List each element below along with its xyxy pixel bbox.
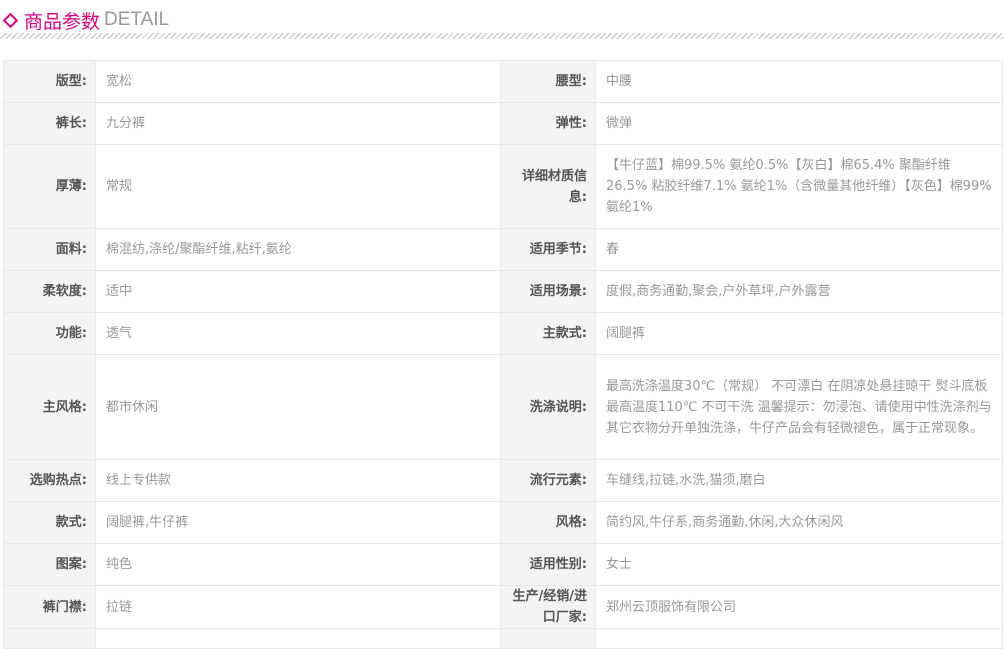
table-row: 裤门襟: 拉链 生产/经销/进口厂家: 郑州云顶服饰有限公司 <box>3 585 1003 629</box>
param-label: 柔软度: <box>3 270 96 313</box>
param-value: 纯色 <box>95 543 501 586</box>
param-label: 功能: <box>3 312 96 355</box>
param-label: 主款式: <box>500 312 596 355</box>
param-value: 【牛仔蓝】棉99.5% 氨纶0.5%【灰白】棉65.4% 聚酯纤维26.5% 粘… <box>595 144 1003 229</box>
table-row: 厚薄: 常规 详细材质信息: 【牛仔蓝】棉99.5% 氨纶0.5%【灰白】棉65.4%… <box>3 144 1003 229</box>
params-table: 版型: 宽松 腰型: 中腰 裤长: 九分裤 弹性: 微弹 厚薄: 常规 详细材质信息: 【牛仔蓝】棉9… <box>3 60 1003 649</box>
param-label: 生产/经销/进口厂家: <box>500 585 596 629</box>
param-value: 都市休闲 <box>95 354 501 460</box>
param-value: 女士 <box>595 543 1003 586</box>
table-row: 柔软度: 适中 适用场景: 度假,商务通勤,聚会,户外草坪,户外露营 <box>3 270 1003 313</box>
table-row: 选购热点: 线上专供款 流行元素: 车缝线,拉链,水洗,猫须,磨白 <box>3 459 1003 502</box>
param-label: 裤长: <box>3 102 96 145</box>
table-row: 图案: 纯色 适用性别: 女士 <box>3 543 1003 586</box>
param-label: 裤门襟: <box>3 585 96 629</box>
param-value: 拉链 <box>95 585 501 629</box>
table-row: 功能: 透气 主款式: 阔腿裤 <box>3 312 1003 355</box>
table-row: 版型: 宽松 腰型: 中腰 <box>3 60 1003 103</box>
param-label: 选购热点: <box>3 459 96 502</box>
param-value: 春 <box>595 228 1003 271</box>
table-row: 主风格: 都市休闲 洗涤说明: 最高洗涤温度30℃（常规） 不可漂白 在阴凉处悬挂晾干… <box>3 354 1003 460</box>
param-value: 九分裤 <box>95 102 501 145</box>
param-label: 流行元素: <box>500 459 596 502</box>
param-label: 适用场景: <box>500 270 596 313</box>
divider-stripe <box>0 33 1003 39</box>
param-label: 风格: <box>500 501 596 544</box>
param-label: 图案: <box>3 543 96 586</box>
param-label: 适用性别: <box>500 543 596 586</box>
table-row: 款式: 阔腿裤,牛仔裤 风格: 简约风,牛仔系,商务通勤,休闲,大众休闲风 <box>3 501 1003 544</box>
param-label: 款式: <box>3 501 96 544</box>
param-label: 主风格: <box>3 354 96 460</box>
param-label: 弹性: <box>500 102 596 145</box>
param-value: 中腰 <box>595 60 1003 103</box>
table-row: 面料: 棉混纺,涤纶/聚酯纤维,粘纤,氨纶 适用季节: 春 <box>3 228 1003 271</box>
param-label: 厚薄: <box>3 144 96 229</box>
table-row: 裤长: 九分裤 弹性: 微弹 <box>3 102 1003 145</box>
diamond-icon <box>2 12 19 28</box>
param-value: 常规 <box>95 144 501 229</box>
param-value: 适中 <box>95 270 501 313</box>
param-label: 面料: <box>3 228 96 271</box>
param-value: 度假,商务通勤,聚会,户外草坪,户外露营 <box>595 270 1003 313</box>
param-value: 车缝线,拉链,水洗,猫须,磨白 <box>595 459 1003 502</box>
param-value: 简约风,牛仔系,商务通勤,休闲,大众休闲风 <box>595 501 1003 544</box>
section-subtitle: DETAIL <box>104 9 170 30</box>
param-value: 阔腿裤 <box>595 312 1003 355</box>
section-title: 商品参数 <box>24 10 101 33</box>
param-value: 线上专供款 <box>95 459 501 502</box>
param-label: 腰型: <box>500 60 596 103</box>
param-label: 适用季节: <box>500 228 596 271</box>
param-label: 版型: <box>3 60 96 103</box>
param-value: 郑州云顶服饰有限公司 <box>595 585 1003 629</box>
section-header: 商品参数 DETAIL <box>0 6 169 34</box>
param-value: 透气 <box>95 312 501 355</box>
param-value: 棉混纺,涤纶/聚酯纤维,粘纤,氨纶 <box>95 228 501 271</box>
param-label: 详细材质信息: <box>500 144 596 229</box>
param-value: 最高洗涤温度30℃（常规） 不可漂白 在阴凉处悬挂晾干 熨斗底板最高温度110℃… <box>595 354 1003 460</box>
param-value: 微弹 <box>595 102 1003 145</box>
param-value: 阔腿裤,牛仔裤 <box>95 501 501 544</box>
param-value: 宽松 <box>95 60 501 103</box>
param-label: 洗涤说明: <box>500 354 596 460</box>
